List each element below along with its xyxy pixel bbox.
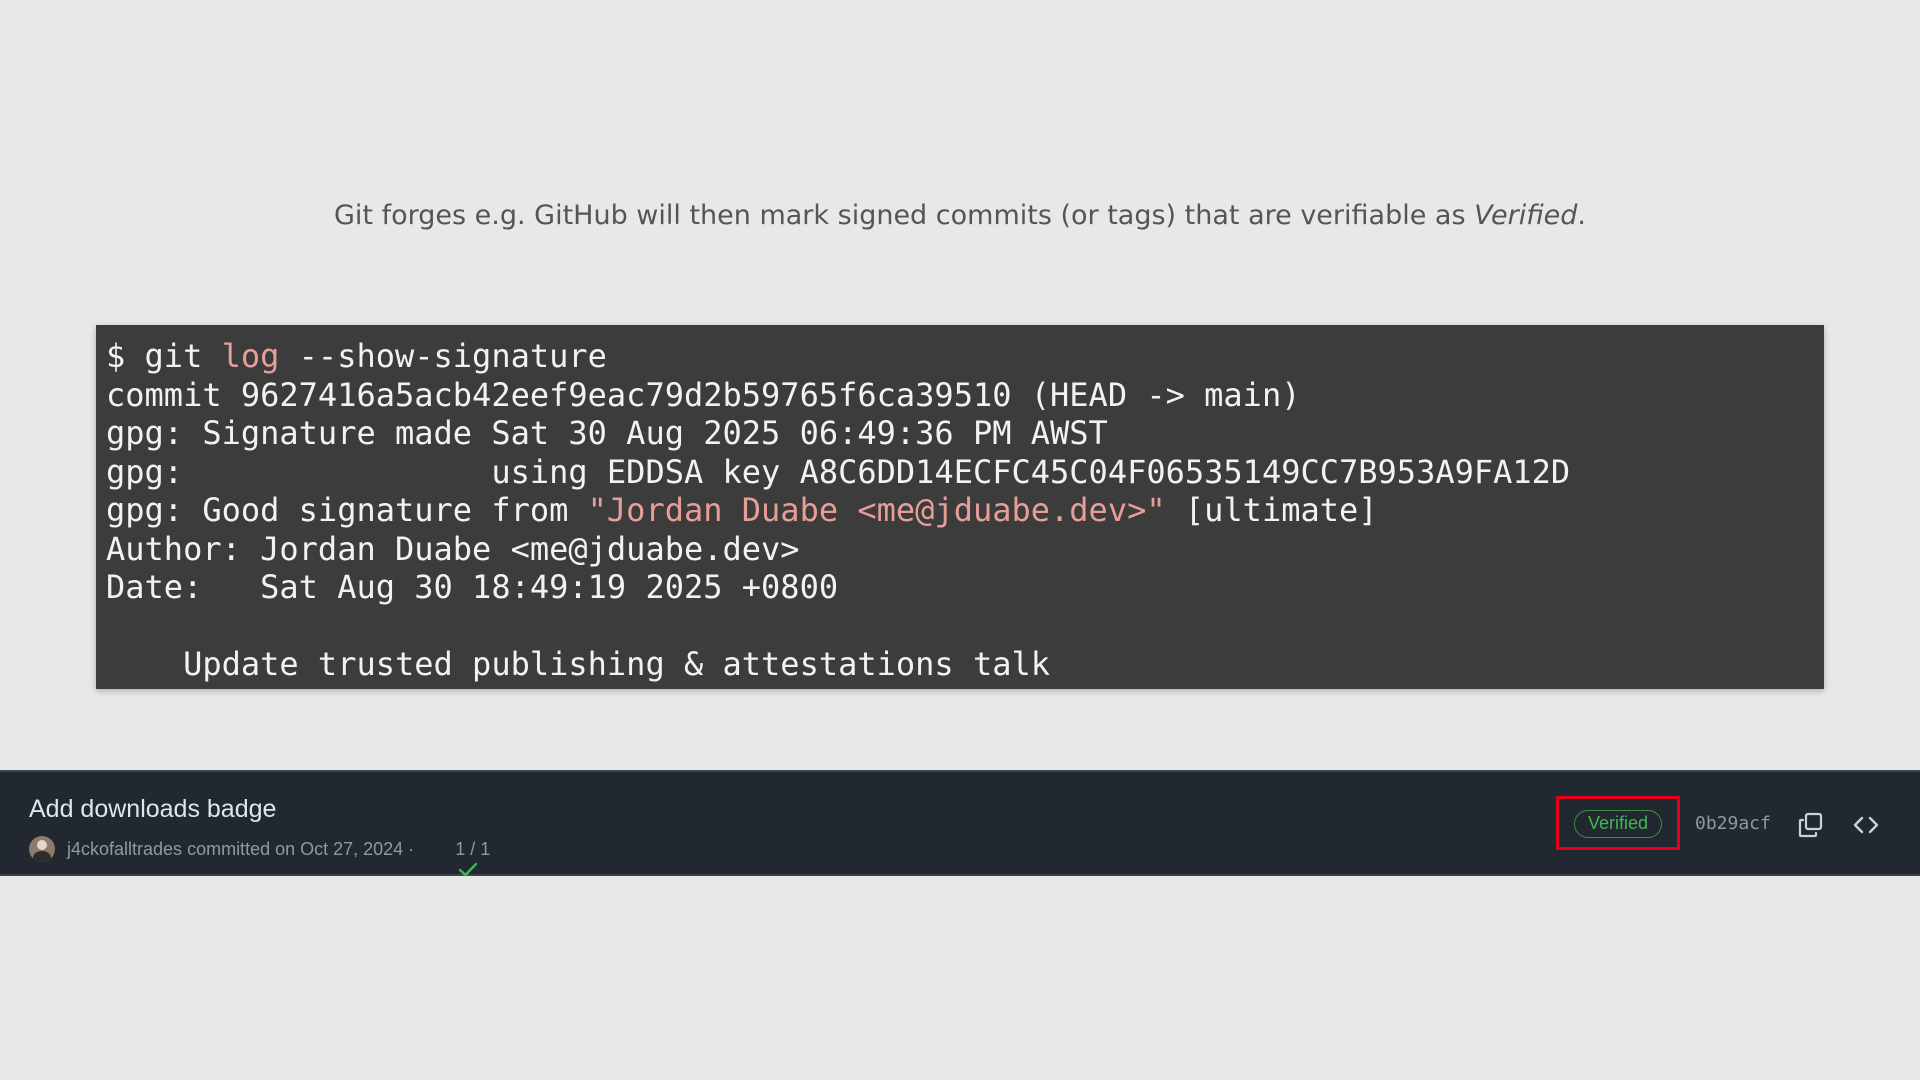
intro-emphasis: Verified — [1474, 200, 1578, 231]
browse-code-button[interactable] — [1851, 810, 1881, 840]
good-signature-prefix: gpg: Good signature from — [106, 491, 588, 529]
code-icon — [1853, 816, 1879, 834]
terminal-line-command: $ git log --show-signature — [106, 337, 1824, 376]
terminal-line-key: gpg: using EDDSA key A8C6DD14ECFC45C04F0… — [106, 452, 1571, 491]
intro-text: Git forges e.g. GitHub will then mark si… — [334, 200, 1475, 231]
copy-icon — [1798, 812, 1823, 838]
commit-author[interactable]: j4ckofalltrades — [67, 839, 182, 860]
command-args: --show-signature — [279, 337, 607, 375]
checks-count[interactable]: 1 / 1 — [455, 839, 490, 860]
terminal-line-commit: commit 9627416a5acb42eef9eac79d2b59765f6… — [106, 375, 1301, 414]
avatar[interactable] — [29, 836, 55, 862]
terminal-output: $ git log --show-signature commit 9627416… — [106, 337, 1824, 684]
intro-paragraph: Git forges e.g. GitHub will then mark si… — [0, 200, 1920, 231]
commit-row: Add downloads badge j4ckofalltrades comm… — [0, 770, 1920, 877]
terminal-line-author: Author: Jordan Duabe <me@jduabe.dev> — [106, 529, 800, 568]
terminal-line-message: Update trusted publishing & attestations… — [106, 645, 1051, 683]
intro-period: . — [1577, 200, 1586, 231]
check-icon[interactable] — [427, 840, 478, 877]
terminal-line-signature-made: gpg: Signature made Sat 30 Aug 2025 06:4… — [106, 414, 1108, 452]
signer-identity: "Jordan Duabe <me@jduabe.dev>" — [587, 491, 1166, 529]
verified-badge[interactable]: Verified — [1574, 810, 1662, 838]
command-keyword: log — [221, 337, 280, 375]
commit-date-text: committed on Oct 27, 2024 · — [182, 838, 420, 859]
terminal-block: $ git log --show-signature commit 9627416… — [96, 325, 1824, 689]
terminal-line-good-signature: gpg: Good signature from "Jordan Duabe <… — [106, 491, 1824, 530]
commit-meta: j4ckofalltrades committed on Oct 27, 202… — [29, 834, 490, 877]
trust-level: [ultimate] — [1165, 491, 1378, 529]
commit-sha[interactable]: 0b29acf — [1695, 810, 1771, 838]
commit-title[interactable]: Add downloads badge — [29, 795, 276, 824]
command-prompt: $ git — [106, 337, 222, 375]
copy-sha-button[interactable] — [1796, 810, 1826, 840]
terminal-line-date: Date: Sat Aug 30 18:49:19 2025 +0800 — [106, 568, 839, 606]
